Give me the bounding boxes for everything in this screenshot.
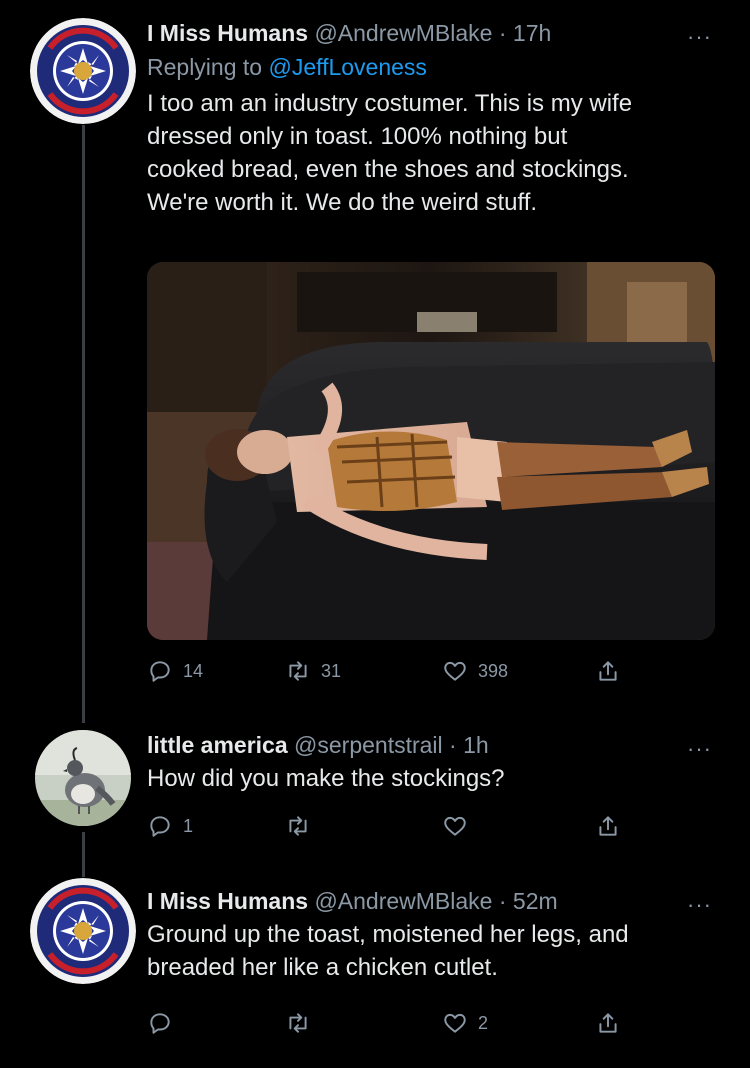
tweet-actions: 14 31 398 xyxy=(147,658,627,688)
reply-icon xyxy=(150,816,170,837)
tweet-header: I Miss Humans @AndrewMBlake · 52m xyxy=(147,886,730,916)
share-icon xyxy=(599,661,617,681)
user-handle[interactable]: @AndrewMBlake xyxy=(314,20,492,46)
heart-icon xyxy=(444,816,466,836)
tweet-text-line: cooked bread, even the shoes and stockin… xyxy=(147,156,629,183)
heart-icon xyxy=(444,661,466,681)
retweet-button[interactable] xyxy=(285,813,321,839)
tweet-header: I Miss Humans @AndrewMBlake · 17h xyxy=(147,18,730,48)
union-logo-image xyxy=(30,878,136,984)
timestamp[interactable]: 17h xyxy=(513,20,551,46)
tweet-text-line: dressed only in toast. 100% nothing but xyxy=(147,123,568,150)
tweet-actions: 1 xyxy=(147,813,627,843)
reply-button[interactable]: 14 xyxy=(147,658,203,684)
retweet-button[interactable] xyxy=(285,1010,321,1036)
avatar[interactable] xyxy=(35,730,131,826)
retweet-icon xyxy=(289,816,307,836)
avatar[interactable] xyxy=(30,18,136,124)
like-button[interactable] xyxy=(442,813,478,839)
reply-icon xyxy=(150,1013,170,1034)
retweet-icon xyxy=(289,1013,307,1033)
like-button[interactable]: 398 xyxy=(442,658,508,684)
share-icon xyxy=(599,816,617,836)
more-options-icon[interactable]: ··· xyxy=(687,24,712,50)
tweet-text-line: breaded her like a chicken cutlet. xyxy=(147,954,498,981)
tweet[interactable]: I Miss Humans @AndrewMBlake · 52m ··· Gr… xyxy=(0,860,750,1068)
union-logo-image xyxy=(30,18,136,124)
reply-button[interactable] xyxy=(147,1010,183,1036)
avatar[interactable] xyxy=(30,878,136,984)
user-handle[interactable]: @serpentstrail xyxy=(294,732,443,758)
retweet-icon xyxy=(289,661,307,681)
share-button[interactable] xyxy=(595,813,621,839)
separator-dot: · xyxy=(498,20,507,46)
tweet[interactable]: I Miss Humans @AndrewMBlake · 17h ··· Re… xyxy=(0,0,750,720)
user-handle[interactable]: @AndrewMBlake xyxy=(314,888,492,914)
tweet-header: little america @serpentstrail · 1h xyxy=(147,730,730,760)
timestamp[interactable]: 52m xyxy=(513,888,558,914)
like-button[interactable]: 2 xyxy=(442,1010,488,1036)
tweet-text: I too am an industry costumer. This is m… xyxy=(147,87,730,219)
share-button[interactable] xyxy=(595,658,621,684)
share-icon xyxy=(599,1013,617,1033)
tweet-actions: 2 xyxy=(147,1010,627,1040)
reply-count: 1 xyxy=(183,815,194,836)
like-count: 2 xyxy=(478,1012,489,1033)
more-options-icon[interactable]: ··· xyxy=(687,892,712,918)
retweet-count: 31 xyxy=(321,660,342,681)
timestamp[interactable]: 1h xyxy=(463,732,489,758)
quail-avatar-image xyxy=(35,730,131,826)
tweet-text-line: Ground up the toast, moistened her legs,… xyxy=(147,921,629,948)
more-options-icon[interactable]: ··· xyxy=(687,736,712,762)
display-name[interactable]: little america xyxy=(147,732,288,758)
heart-icon xyxy=(444,1013,466,1033)
tweet-text-line: I too am an industry costumer. This is m… xyxy=(147,90,633,117)
replying-to: Replying to @JeffLoveness xyxy=(147,51,730,83)
tweet[interactable]: little america @serpentstrail · 1h ··· H… xyxy=(0,720,750,860)
separator-dot: · xyxy=(498,888,507,914)
tweet-text-line: We're worth it. We do the weird stuff. xyxy=(147,189,538,216)
share-button[interactable] xyxy=(595,1010,621,1036)
reply-button[interactable]: 1 xyxy=(147,813,193,839)
replying-to-label: Replying to xyxy=(147,54,263,80)
display-name[interactable]: I Miss Humans xyxy=(147,20,308,46)
tweet-photo[interactable] xyxy=(147,262,715,640)
tweet-text-line: How did you make the stockings? xyxy=(147,765,505,792)
like-count: 398 xyxy=(478,660,509,681)
separator-dot: · xyxy=(449,732,457,758)
reply-count: 14 xyxy=(183,660,204,681)
photo-image xyxy=(147,262,715,640)
replying-to-link[interactable]: @JeffLoveness xyxy=(268,54,426,80)
tweet-text: Ground up the toast, moistened her legs,… xyxy=(147,918,730,984)
display-name[interactable]: I Miss Humans xyxy=(147,888,308,914)
retweet-button[interactable]: 31 xyxy=(285,658,341,684)
tweet-text: How did you make the stockings? xyxy=(147,762,730,795)
reply-icon xyxy=(150,661,170,682)
